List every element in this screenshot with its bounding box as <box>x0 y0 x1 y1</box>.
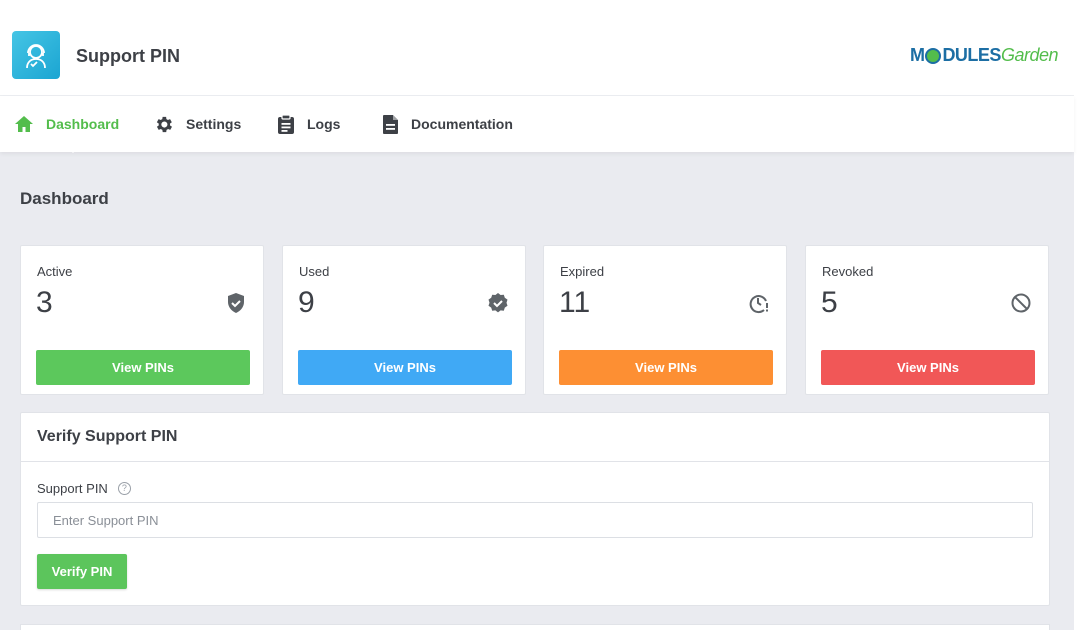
stat-card-expired: Expired 11 View PINs <box>543 245 787 395</box>
nav-item-logs[interactable]: Logs <box>277 96 340 152</box>
shield-check-icon <box>228 293 244 313</box>
app-shell: Support PIN M DULES Garden Dashboard Setti… <box>0 14 1074 630</box>
stat-label: Active <box>37 264 73 279</box>
nav-label: Logs <box>307 116 341 132</box>
stat-card-used: Used 9 View PINs <box>282 245 526 395</box>
support-pin-input[interactable] <box>37 502 1033 538</box>
page-title: Dashboard <box>20 189 109 208</box>
panel-title: Verify Support PIN <box>21 413 1049 462</box>
nav-label: Settings <box>186 116 242 132</box>
nav-item-settings[interactable]: Settings <box>153 96 241 152</box>
help-icon[interactable]: ? <box>117 482 131 495</box>
stat-value: 9 <box>298 286 315 319</box>
stat-label: Revoked <box>822 264 874 279</box>
active-tab-indicator <box>64 144 82 153</box>
home-icon <box>15 116 33 132</box>
view-revoked-pins-button[interactable]: View PINs <box>821 350 1035 385</box>
main-nav: Dashboard Settings Logs Documentation <box>0 96 1074 152</box>
nav-label: Dashboard <box>46 116 120 132</box>
stat-value: 5 <box>821 286 838 319</box>
stat-label: Expired <box>560 264 605 279</box>
support-pin-field-label: Support PIN ? <box>37 481 131 496</box>
next-panel-edge <box>20 624 1050 630</box>
support-agent-icon <box>12 31 60 79</box>
verify-pin-button[interactable]: Verify PIN <box>37 554 127 589</box>
view-used-pins-button[interactable]: View PINs <box>298 350 512 385</box>
view-active-pins-button[interactable]: View PINs <box>36 350 250 385</box>
stat-card-revoked: Revoked 5 View PINs <box>805 245 1049 395</box>
clock-alert-icon <box>749 295 768 314</box>
document-icon <box>383 114 398 134</box>
gear-icon <box>156 116 172 132</box>
view-expired-pins-button[interactable]: View PINs <box>559 350 773 385</box>
verified-badge-icon <box>488 293 508 313</box>
nav-item-documentation[interactable]: Documentation <box>382 96 513 152</box>
block-icon <box>1011 293 1031 313</box>
stat-value: 11 <box>559 286 591 319</box>
stat-label: Used <box>299 264 330 279</box>
field-label-text: Support PIN <box>37 481 108 496</box>
clipboard-icon <box>278 113 294 134</box>
stat-card-active: Active 3 View PINs <box>20 245 264 395</box>
stat-value: 3 <box>36 286 53 319</box>
app-title: Support PIN <box>76 46 180 66</box>
header: Support PIN M DULES Garden <box>0 14 1074 96</box>
modulesgarden-logo: M DULES Garden <box>909 45 1059 65</box>
verify-support-pin-panel: Verify Support PIN Support PIN ? Verify … <box>20 412 1050 606</box>
nav-label: Documentation <box>411 116 513 132</box>
